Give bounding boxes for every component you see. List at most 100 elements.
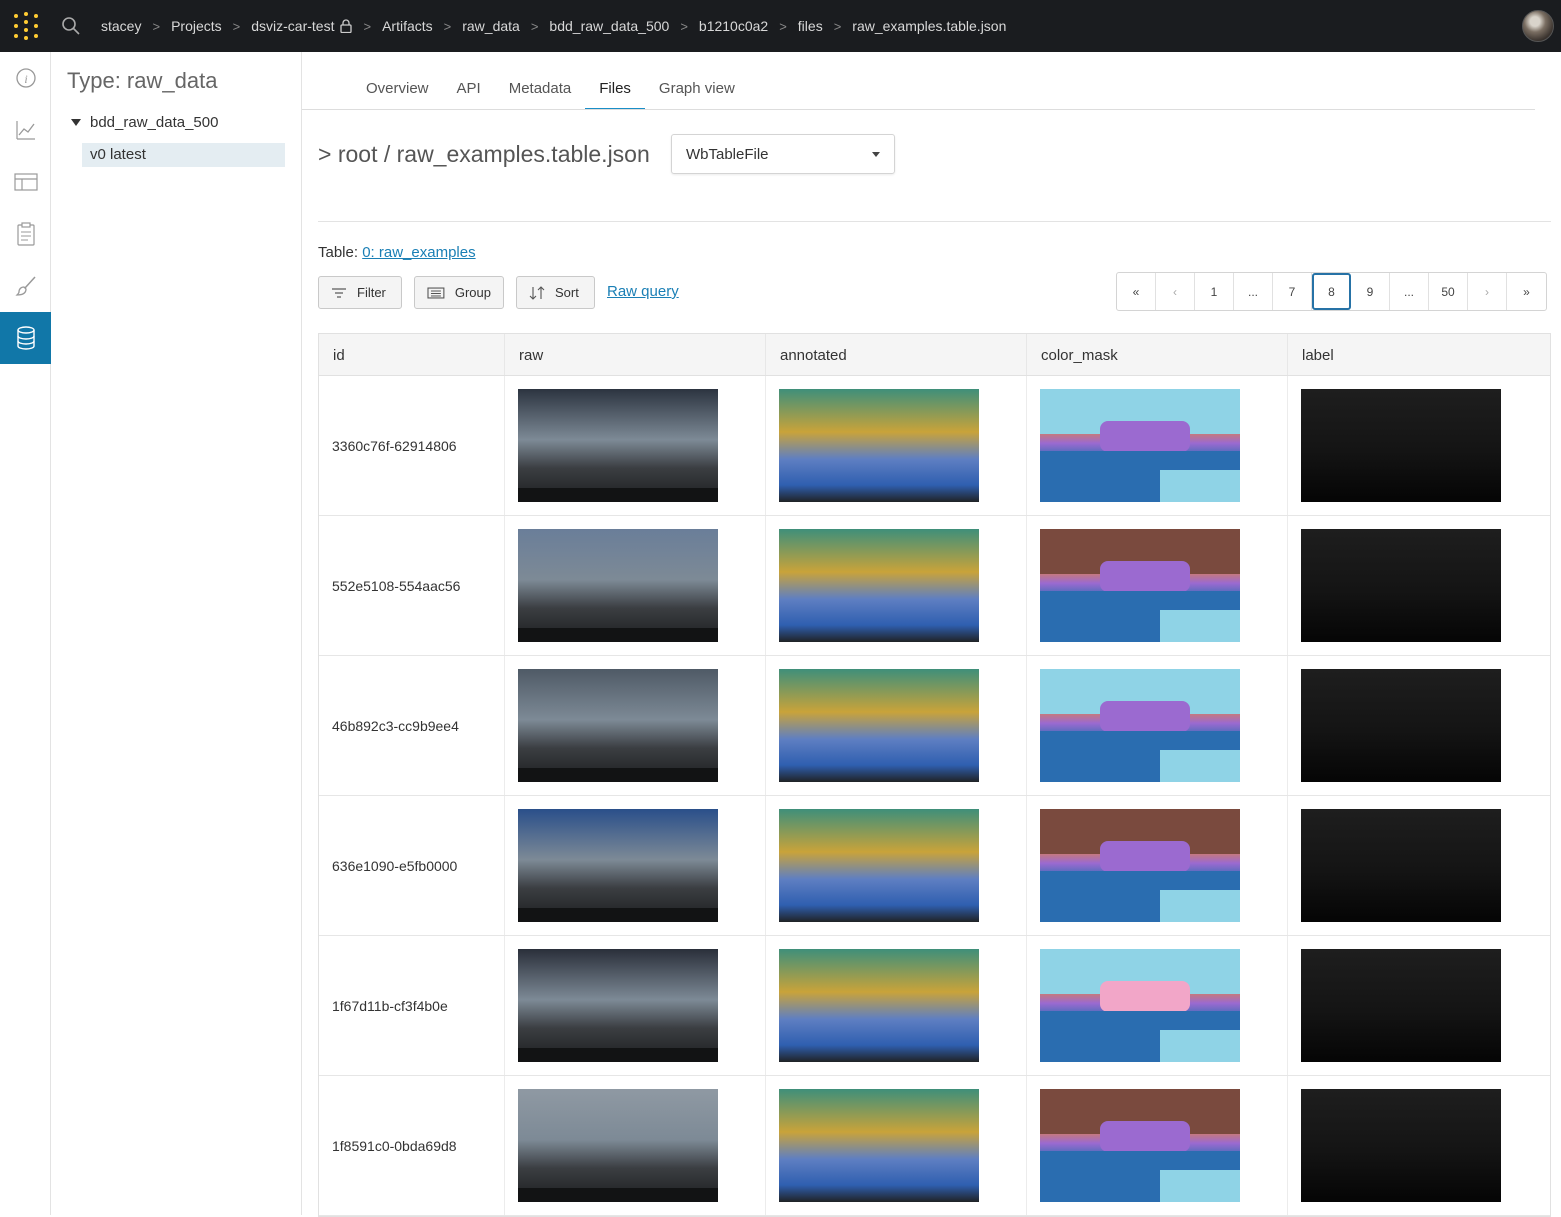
raw-image[interactable] [518, 389, 718, 502]
annotated-image[interactable] [779, 949, 979, 1062]
annotated-image[interactable] [779, 389, 979, 502]
page-next-button[interactable]: › [1468, 273, 1507, 310]
page-prev-button[interactable]: ‹ [1156, 273, 1195, 310]
brush-icon[interactable] [0, 260, 51, 312]
image-detail [518, 768, 718, 782]
breadcrumb-artifact[interactable]: bdd_raw_data_500 [549, 18, 669, 34]
label-image[interactable] [1301, 529, 1501, 642]
page-button[interactable]: 1 [1195, 273, 1234, 310]
column-header-annotated[interactable]: annotated [766, 334, 1027, 375]
label-image[interactable] [1301, 949, 1501, 1062]
caret-down-icon[interactable] [71, 119, 81, 126]
color-mask-image[interactable] [1040, 669, 1240, 782]
cell-id: 552e5108-554aac56 [319, 516, 505, 655]
table-ref-prefix: Table: [318, 244, 359, 261]
search-icon[interactable] [61, 16, 81, 36]
mask-region [1100, 560, 1190, 593]
column-header-color-mask[interactable]: color_mask [1027, 334, 1288, 375]
color-mask-image[interactable] [1040, 949, 1240, 1062]
tab-api[interactable]: API [443, 67, 495, 110]
cell-id: 636e1090-e5fb0000 [319, 796, 505, 935]
raw-image[interactable] [518, 529, 718, 642]
tab-overview[interactable]: Overview [352, 67, 443, 110]
filter-icon [332, 287, 346, 298]
cell-annotated [766, 1076, 1027, 1215]
raw-image[interactable] [518, 809, 718, 922]
table-ref-link[interactable]: 0: raw_examples [362, 244, 475, 261]
pagination: « ‹ 1 ... 7 8 9 ... 50 › » [1116, 272, 1547, 311]
page-ellipsis[interactable]: ... [1390, 273, 1429, 310]
breadcrumb-artifacts[interactable]: Artifacts [382, 18, 433, 34]
top-bar: stacey > Projects > dsviz-car-test > Artif… [0, 0, 1561, 52]
version-item[interactable]: v0 latest [82, 143, 285, 167]
label-image[interactable] [1301, 669, 1501, 782]
column-header-raw[interactable]: raw [505, 334, 766, 375]
column-header-label[interactable]: label [1288, 334, 1550, 375]
breadcrumb-version[interactable]: b1210c0a2 [699, 18, 768, 34]
cell-annotated [766, 656, 1027, 795]
table-icon[interactable] [0, 156, 51, 208]
avatar[interactable] [1522, 10, 1554, 42]
color-mask-image[interactable] [1040, 389, 1240, 502]
tab-metadata[interactable]: Metadata [495, 67, 586, 110]
image-detail [518, 628, 718, 642]
table-row[interactable]: 1f67d11b-cf3f4b0e [319, 936, 1550, 1076]
page-button[interactable]: 50 [1429, 273, 1468, 310]
table-reference: Table: 0: raw_examples [318, 244, 476, 261]
database-icon[interactable] [0, 312, 51, 364]
tab-graph-view[interactable]: Graph view [645, 67, 749, 110]
table-row[interactable]: 1f8591c0-0bda69d8 [319, 1076, 1550, 1216]
mask-region [1160, 750, 1240, 782]
mask-region [1100, 700, 1190, 733]
raw-image[interactable] [518, 1089, 718, 1202]
info-icon[interactable]: i [0, 52, 51, 104]
label-image[interactable] [1301, 809, 1501, 922]
table-row[interactable]: 636e1090-e5fb0000 [319, 796, 1550, 936]
color-mask-image[interactable] [1040, 529, 1240, 642]
page-first-button[interactable]: « [1117, 273, 1156, 310]
table-row[interactable]: 46b892c3-cc9b9ee4 [319, 656, 1550, 796]
cell-color-mask [1027, 796, 1288, 935]
page-button[interactable]: 9 [1351, 273, 1390, 310]
lock-icon [340, 19, 353, 34]
page-button[interactable]: 7 [1273, 273, 1312, 310]
annotated-image[interactable] [779, 529, 979, 642]
page-ellipsis[interactable]: ... [1234, 273, 1273, 310]
icon-rail: i [0, 52, 51, 1215]
breadcrumb-files[interactable]: files [798, 18, 823, 34]
annotated-image[interactable] [779, 669, 979, 782]
table-row[interactable]: 552e5108-554aac56 [319, 516, 1550, 656]
tree-node-artifact[interactable]: bdd_raw_data_500 [71, 114, 218, 131]
group-button[interactable]: Group [414, 276, 504, 309]
breadcrumb-user[interactable]: stacey [101, 18, 141, 34]
color-mask-image[interactable] [1040, 1089, 1240, 1202]
sort-button[interactable]: Sort [516, 276, 595, 309]
row-id: 552e5108-554aac56 [332, 578, 461, 594]
wandb-logo-icon[interactable] [12, 12, 40, 40]
raw-image[interactable] [518, 669, 718, 782]
column-header-id[interactable]: id [319, 334, 505, 375]
page-button-current[interactable]: 8 [1312, 273, 1351, 310]
row-id: 46b892c3-cc9b9ee4 [332, 718, 459, 734]
page-last-button[interactable]: » [1507, 273, 1546, 310]
chart-icon[interactable] [0, 104, 51, 156]
sidebar-title: Type: raw_data [67, 68, 218, 93]
breadcrumb-type[interactable]: raw_data [462, 18, 520, 34]
tab-files[interactable]: Files [585, 67, 645, 110]
clipboard-icon[interactable] [0, 208, 51, 260]
filter-button[interactable]: Filter [318, 276, 402, 309]
raw-query-link[interactable]: Raw query [607, 283, 679, 300]
annotated-image[interactable] [779, 1089, 979, 1202]
breadcrumb-projects[interactable]: Projects [171, 18, 222, 34]
type-select[interactable]: WbTableFile [671, 134, 895, 174]
filter-label: Filter [357, 285, 386, 300]
row-id: 3360c76f-62914806 [332, 438, 457, 454]
tab-bar: Overview API Metadata Files Graph view [352, 67, 749, 110]
label-image[interactable] [1301, 1089, 1501, 1202]
raw-image[interactable] [518, 949, 718, 1062]
label-image[interactable] [1301, 389, 1501, 502]
color-mask-image[interactable] [1040, 809, 1240, 922]
breadcrumb-project[interactable]: dsviz-car-test [251, 18, 334, 34]
annotated-image[interactable] [779, 809, 979, 922]
table-row[interactable]: 3360c76f-62914806 [319, 376, 1550, 516]
